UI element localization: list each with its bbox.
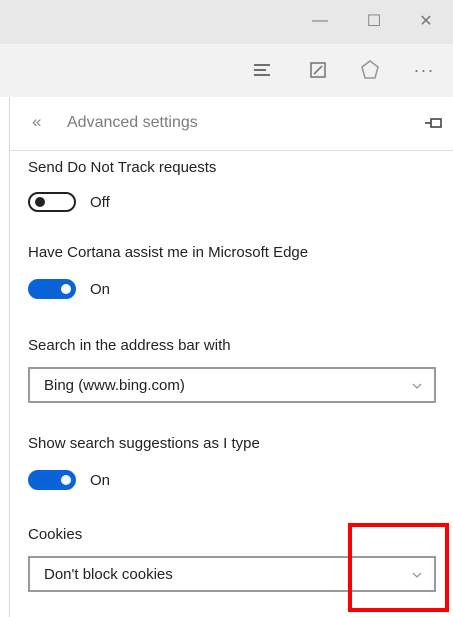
- toggle-knob: [61, 284, 71, 294]
- suggestions-state: On: [90, 471, 111, 489]
- suggestions-label: Show search suggestions as I type: [28, 435, 260, 452]
- hub-icon: [254, 64, 270, 76]
- search-engine-select[interactable]: Bing (www.bing.com): [28, 367, 436, 403]
- dnt-state: Off: [90, 193, 110, 211]
- cortana-toggle-row[interactable]: On: [28, 279, 110, 299]
- dnt-label: Send Do Not Track requests: [28, 159, 217, 176]
- web-note-button[interactable]: [304, 56, 332, 84]
- close-icon: ✕: [419, 13, 433, 30]
- hub-button[interactable]: [248, 56, 276, 84]
- cortana-toggle[interactable]: [28, 279, 76, 299]
- dnt-toggle-row[interactable]: Off: [28, 192, 110, 212]
- cortana-label: Have Cortana assist me in Microsoft Edge: [28, 244, 309, 261]
- suggestions-toggle[interactable]: [28, 470, 76, 490]
- window-edge: [0, 97, 10, 617]
- minimize-button[interactable]: —: [306, 10, 334, 32]
- minimize-icon: —: [312, 12, 328, 29]
- toggle-knob: [61, 475, 71, 485]
- cortana-state: On: [90, 280, 111, 298]
- maximize-button[interactable]: ☐: [360, 10, 388, 32]
- web-note-icon: [310, 62, 326, 78]
- toggle-knob: [35, 197, 45, 207]
- suggestions-toggle-row[interactable]: On: [28, 470, 110, 490]
- highlight-box: [348, 523, 449, 612]
- cookies-label: Cookies: [28, 526, 83, 543]
- panel-title: Advanced settings: [67, 114, 198, 131]
- pin-icon[interactable]: [423, 114, 445, 132]
- browser-toolbar: ···: [0, 44, 453, 97]
- panel-header: « Advanced settings: [10, 97, 453, 151]
- chevron-down-icon: [412, 383, 422, 389]
- more-button[interactable]: ···: [410, 56, 438, 84]
- dnt-toggle[interactable]: [28, 192, 76, 212]
- back-icon[interactable]: «: [32, 112, 41, 132]
- maximize-icon: ☐: [366, 13, 382, 30]
- more-icon: ···: [413, 59, 435, 80]
- close-button[interactable]: ✕: [412, 10, 440, 32]
- share-button[interactable]: [356, 56, 384, 84]
- title-bar: — ☐ ✕: [0, 0, 453, 44]
- cookies-value: Don't block cookies: [44, 566, 173, 583]
- search-engine-label: Search in the address bar with: [28, 337, 231, 354]
- search-engine-value: Bing (www.bing.com): [44, 377, 185, 394]
- share-icon: [361, 60, 379, 79]
